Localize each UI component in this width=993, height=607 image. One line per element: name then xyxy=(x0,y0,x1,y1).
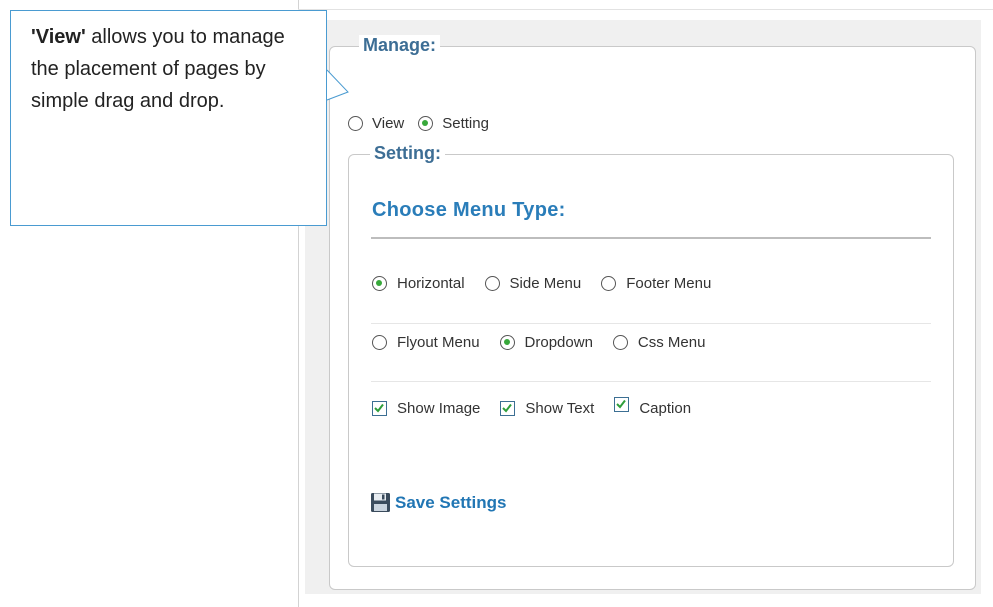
floppy-disk-icon xyxy=(371,493,390,512)
radio-view[interactable] xyxy=(348,116,363,131)
callout-bold-text: 'View' xyxy=(31,26,86,48)
radio-view-label: View xyxy=(372,115,405,132)
menu-type-row-2: Flyout Menu Dropdown Css Menu xyxy=(372,334,725,351)
save-settings-button[interactable]: Save Settings xyxy=(370,492,507,513)
checkbox-show-image-label: Show Image xyxy=(397,400,481,417)
manage-panel: Manage: View Setting Setting: Choose Men… xyxy=(305,20,981,594)
help-callout: 'View' allows you to manage the placemen… xyxy=(10,10,327,226)
radio-setting-label: Setting xyxy=(442,115,489,132)
radio-side-menu[interactable] xyxy=(484,276,500,291)
manage-fieldset: Manage: View Setting Setting: Choose Men… xyxy=(329,35,976,590)
radio-side-menu-label: Side Menu xyxy=(509,275,582,292)
save-settings-label: Save Settings xyxy=(395,492,507,512)
manage-legend: Manage: xyxy=(359,35,441,55)
setting-fieldset: Setting: Choose Menu Type: Horizontal Si… xyxy=(348,143,954,567)
radio-flyout-menu-label: Flyout Menu xyxy=(397,334,480,351)
checkbox-caption-label: Caption xyxy=(639,400,692,417)
display-options-row: Show Image Show Text Caption xyxy=(372,397,711,417)
radio-footer-menu-label: Footer Menu xyxy=(626,275,712,292)
radio-setting[interactable] xyxy=(418,116,434,131)
check-icon xyxy=(616,399,627,409)
checkbox-show-text[interactable] xyxy=(500,401,516,416)
radio-css-menu[interactable] xyxy=(612,335,628,350)
radio-flyout-menu[interactable] xyxy=(372,335,387,350)
checkbox-show-text-label: Show Text xyxy=(525,400,595,417)
manage-options: View Setting xyxy=(348,115,503,132)
radio-dropdown-label: Dropdown xyxy=(524,334,593,351)
radio-footer-menu[interactable] xyxy=(601,276,617,291)
title-separator xyxy=(371,237,931,239)
checkbox-show-image[interactable] xyxy=(372,401,387,416)
page-divider-horizontal xyxy=(298,9,993,10)
radio-horizontal-label: Horizontal xyxy=(397,275,465,292)
row-separator-2 xyxy=(371,381,931,382)
menu-type-row-1: Horizontal Side Menu Footer Menu xyxy=(372,275,731,292)
radio-dropdown[interactable] xyxy=(499,335,515,350)
radio-css-menu-label: Css Menu xyxy=(637,334,706,351)
radio-horizontal[interactable] xyxy=(372,276,387,291)
check-icon xyxy=(502,403,513,413)
check-icon xyxy=(374,403,384,413)
choose-menu-type-title: Choose Menu Type: xyxy=(372,199,566,221)
setting-legend: Setting: xyxy=(370,143,445,163)
checkbox-caption[interactable] xyxy=(614,397,630,412)
row-separator-1 xyxy=(371,323,931,324)
